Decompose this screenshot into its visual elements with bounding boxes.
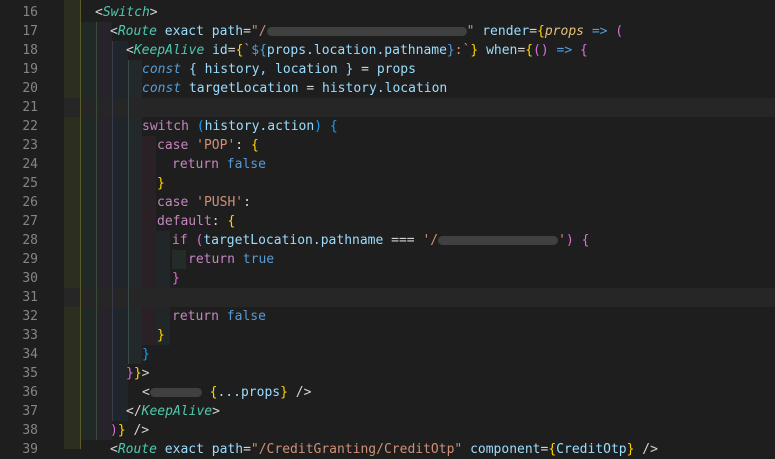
line-number: 25 [22,176,38,191]
code-line: <Switch> [95,5,158,20]
line-number: 27 [22,214,38,229]
code-line: <KeepAlive id={`${props.location.pathnam… [126,43,588,58]
line-number: 32 [22,309,38,324]
line-number: 28 [22,233,38,248]
code-line: <Route exact path="/CreditGranting/Credi… [110,442,658,457]
code-line: case 'PUSH': [157,195,251,210]
redacted-text [438,236,559,245]
redacted-text [149,388,202,397]
line-number: 21 [22,100,38,115]
code-line: const { history, location } = props [142,62,416,77]
code-line: </KeepAlive> [126,404,220,419]
line-number: 29 [22,252,38,267]
code-line: } [157,328,165,343]
line-number: 35 [22,366,38,381]
code-line: if (targetLocation.pathname === '/') { [172,233,590,248]
line-number: 23 [22,138,38,153]
code-line: <Route exact path="/" render={props => ( [110,24,624,39]
jsx-tag: Route [117,24,157,39]
line-number: 18 [22,43,38,58]
code-line: } [142,347,150,362]
line-number: 37 [22,404,38,419]
line-number: 39 [22,442,38,457]
line-number: 16 [22,5,38,20]
line-number: 24 [22,157,38,172]
line-number: 38 [22,423,38,438]
line-number: 30 [22,271,38,286]
code-line: return false [172,309,266,324]
line-number: 33 [22,328,38,343]
redacted-text [266,27,467,36]
jsx-tag: Switch [102,5,150,20]
code-line: < {...props} /> [142,385,312,400]
code-line: } [172,271,180,286]
jsx-tag: KeepAlive [133,43,205,58]
code-line: } [157,176,165,191]
code-line: return true [188,252,275,267]
code-editor[interactable]: 16 17 18 19 20 21 22 23 24 25 26 27 28 2… [0,0,775,457]
jsx-tag: Route [117,442,157,457]
line-number: 34 [22,347,38,362]
code-line: case 'POP': { [157,138,259,153]
line-number: 19 [22,62,38,77]
code-line: const targetLocation = history.location [142,81,448,96]
code-line: switch (history.action) { [142,119,338,134]
line-number: 31 [22,290,38,305]
line-number-gutter: 16 17 18 19 20 21 22 23 24 25 26 27 28 2… [0,0,48,457]
line-number: 20 [22,81,38,96]
line-number: 26 [22,195,38,210]
code-line: }}> [126,366,150,381]
line-number: 36 [22,385,38,400]
line-number: 17 [22,24,38,39]
code-line: return false [172,157,266,172]
code-area[interactable]: <Switch> <Route exact path="/" render={p… [64,0,775,457]
jsx-tag: KeepAlive [141,404,213,419]
code-line: )} /> [110,423,150,438]
code-line: default: { [157,214,236,229]
line-number: 22 [22,119,38,134]
